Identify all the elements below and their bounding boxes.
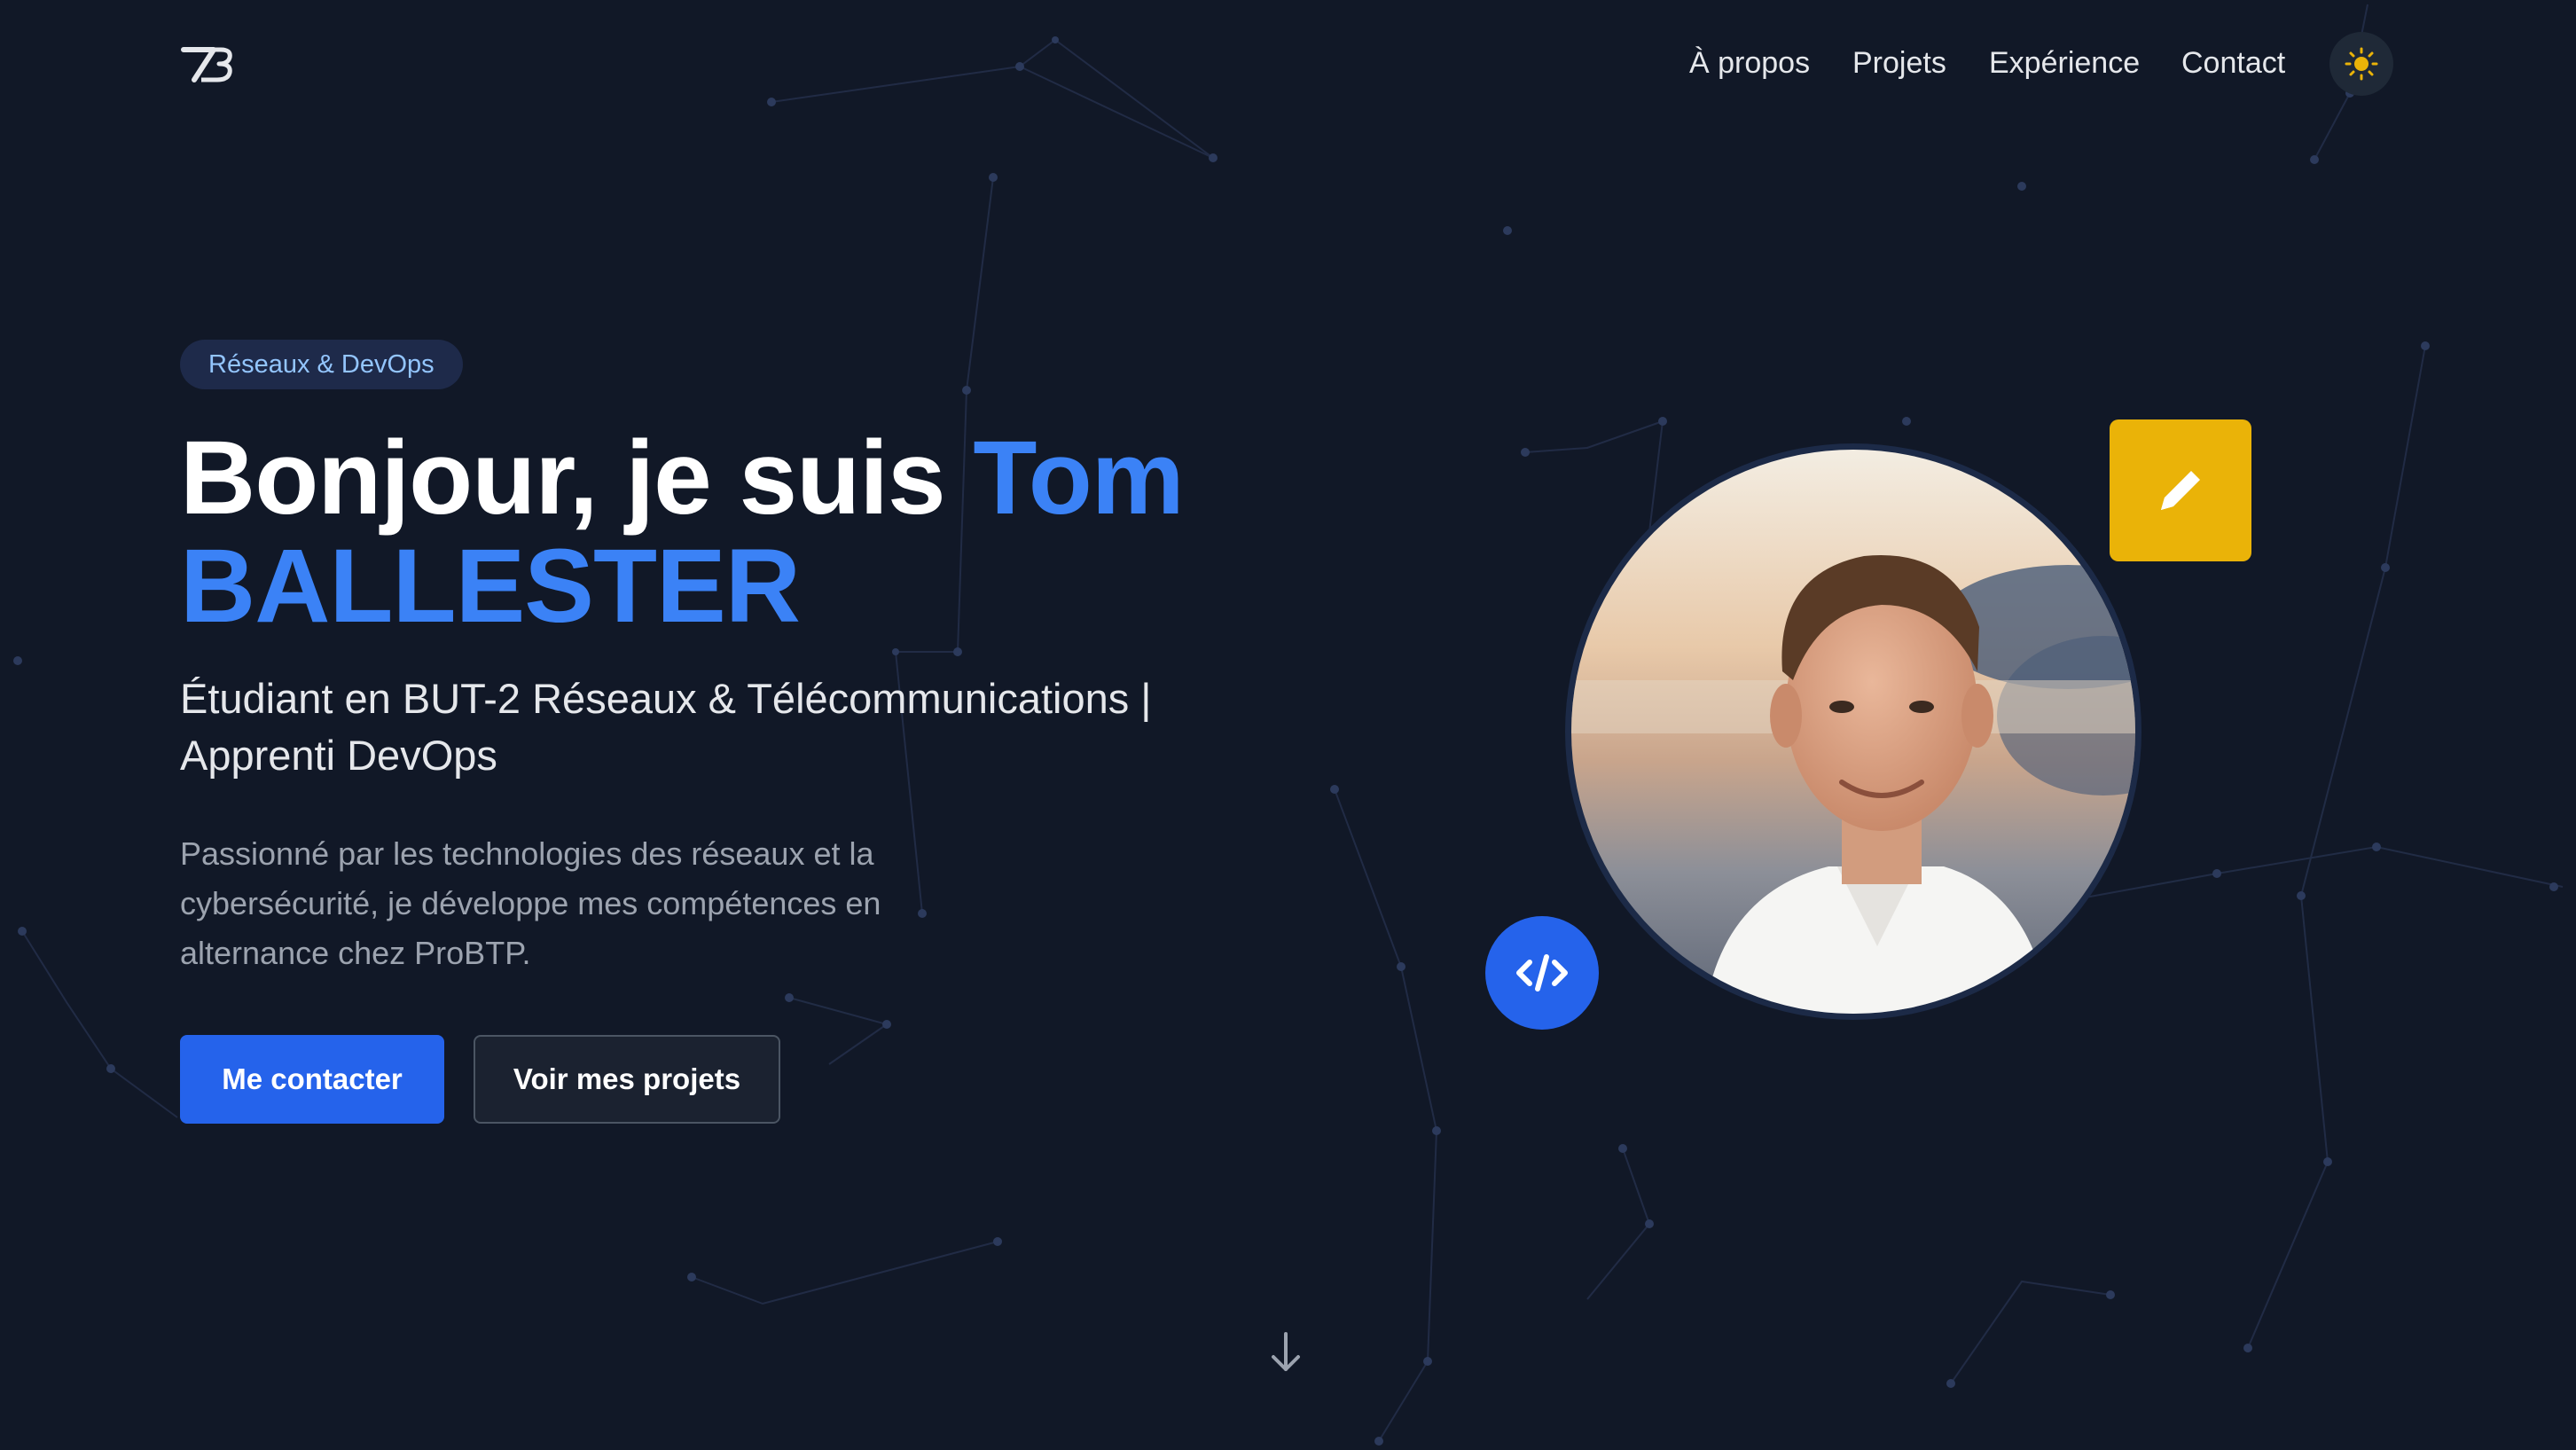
hero-description: Passionné par les technologies des résea… [180, 835, 881, 971]
hero-subtitle-line2: Apprenti DevOps [180, 732, 497, 779]
arrow-down-icon [1272, 1332, 1300, 1371]
nav-item-a-propos[interactable]: À propos [1689, 46, 1810, 81]
scroll-down-button[interactable] [1268, 1330, 1304, 1375]
hero-name-first: Tom [973, 419, 1184, 537]
pencil-icon [2161, 471, 2200, 510]
avatar [1571, 450, 2135, 1014]
hero-title-prefix: Bonjour, je suis [180, 419, 974, 537]
view-projects-button[interactable]: Voir mes projets [474, 1035, 780, 1124]
sun-icon [2345, 47, 2378, 81]
logo-icon [181, 47, 232, 82]
site-logo[interactable] [180, 44, 237, 85]
pencil-badge [2110, 419, 2251, 561]
hero-subtitle: Étudiant en BUT-2 Réseaux & Télécommunic… [180, 670, 1351, 784]
theme-toggle-button[interactable] [2329, 32, 2393, 96]
nav-item-experience[interactable]: Expérience [1989, 46, 2140, 81]
hero-name-last: BALLESTER [180, 528, 801, 645]
contact-button[interactable]: Me contacter [180, 1035, 444, 1124]
category-badge: Réseaux & DevOps [180, 340, 463, 389]
nav-item-projets[interactable]: Projets [1852, 46, 1946, 81]
code-icon [1516, 954, 1568, 991]
nav-item-contact[interactable]: Contact [2181, 46, 2285, 81]
hero-title: Bonjour, je suis Tom BALLESTER [180, 424, 1315, 640]
code-badge [1485, 916, 1599, 1030]
profile-photo [1571, 450, 2135, 1014]
hero-subtitle-line1: Étudiant en BUT-2 Réseaux & Télécommunic… [180, 675, 1152, 722]
